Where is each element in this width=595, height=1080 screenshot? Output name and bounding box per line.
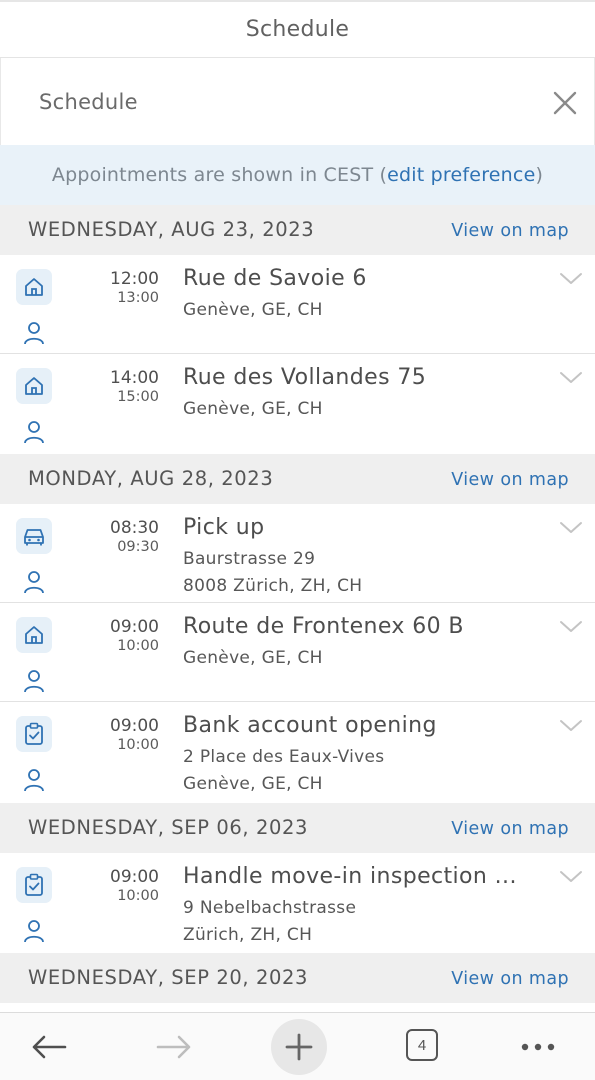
person-icon	[24, 920, 44, 943]
end-time: 09:30	[117, 539, 159, 555]
appointment-city: 8008 Zürich, ZH, CH	[183, 576, 363, 596]
start-time: 09:00	[110, 617, 159, 637]
start-time: 12:00	[110, 269, 159, 289]
person-icon	[24, 322, 44, 345]
end-time: 15:00	[117, 389, 159, 405]
appointment-city: Genève, GE, CH	[183, 774, 323, 794]
view-on-map-link[interactable]: View on map	[451, 470, 569, 490]
appointment-title: Handle move-in inspection ...	[183, 864, 517, 889]
chevron-down-icon[interactable]	[558, 718, 584, 734]
chevron-down-icon[interactable]	[558, 370, 584, 386]
view-on-map-link[interactable]: View on map	[451, 969, 569, 989]
timezone-text: Appointments are shown in CEST (	[51, 164, 388, 186]
day-header: MONDAY, AUG 28, 2023 View on map	[0, 454, 595, 504]
day-header: WEDNESDAY, SEP 06, 2023 View on map	[0, 803, 595, 853]
tab-count-button[interactable]: 4	[406, 1029, 438, 1061]
appointment-title: Pick up	[183, 515, 265, 540]
close-icon[interactable]	[550, 88, 580, 118]
appointment-title: Route de Frontenex 60 B	[183, 614, 464, 639]
appointment-title: Rue de Savoie 6	[183, 266, 367, 291]
person-icon	[24, 421, 44, 444]
start-time: 09:00	[110, 716, 159, 736]
person-icon	[24, 769, 44, 792]
start-time: 09:00	[110, 867, 159, 887]
panel-title: Schedule	[39, 90, 138, 114]
day-title: MONDAY, AUG 28, 2023	[28, 467, 274, 490]
appointment-title: Bank account opening	[183, 713, 437, 738]
home-icon	[16, 269, 52, 305]
day-title: WEDNESDAY, SEP 20, 2023	[28, 966, 309, 989]
appointment-address: Baurstrasse 29	[183, 549, 316, 569]
panel-header: Schedule	[0, 58, 595, 145]
arrow-left-icon[interactable]	[29, 1033, 69, 1061]
chevron-down-icon[interactable]	[558, 271, 584, 287]
arrow-right-icon[interactable]	[154, 1033, 194, 1061]
chevron-down-icon[interactable]	[558, 619, 584, 635]
appointment-city: Zürich, ZH, CH	[183, 925, 313, 945]
edit-preference-link[interactable]: edit preference	[387, 164, 535, 186]
appointment-item[interactable]: 14:00 15:00 Rue des Vollandes 75 Genève,…	[0, 354, 595, 454]
appointment-item[interactable]: 09:00 10:00 Handle move-in inspection ..…	[0, 853, 595, 953]
day-title: WEDNESDAY, AUG 23, 2023	[28, 218, 315, 241]
home-icon	[16, 617, 52, 653]
end-time: 10:00	[117, 737, 159, 753]
end-time: 13:00	[117, 290, 159, 306]
new-tab-button[interactable]	[271, 1019, 327, 1075]
view-on-map-link[interactable]: View on map	[451, 221, 569, 241]
day-title: WEDNESDAY, SEP 06, 2023	[28, 816, 309, 839]
appointment-address: Genève, GE, CH	[183, 648, 323, 668]
appointment-item[interactable]: 12:00 13:00 Rue de Savoie 6 Genève, GE, …	[0, 255, 595, 354]
day-header: WEDNESDAY, AUG 23, 2023 View on map	[0, 205, 595, 255]
appointment-address: 9 Nebelbachstrasse	[183, 898, 357, 918]
chevron-down-icon[interactable]	[558, 869, 584, 885]
car-icon	[16, 518, 52, 554]
browser-title: Schedule	[245, 17, 350, 42]
appointment-item[interactable]: 08:30 09:30 Pick up Baurstrasse 29 8008 …	[0, 504, 595, 603]
appointment-address: 2 Place des Eaux-Vives	[183, 747, 385, 767]
appointment-item[interactable]: 09:00 10:00 Bank account opening 2 Place…	[0, 702, 595, 803]
timezone-notice: Appointments are shown in CEST (edit pre…	[0, 145, 595, 205]
timezone-text-suffix: )	[535, 164, 544, 186]
start-time: 14:00	[110, 368, 159, 388]
browser-title-bar: Schedule	[0, 0, 595, 58]
appointment-address: Genève, GE, CH	[183, 399, 323, 419]
person-icon	[24, 670, 44, 693]
more-dots-icon[interactable]	[519, 1039, 559, 1055]
day-header: WEDNESDAY, SEP 20, 2023 View on map	[0, 953, 595, 1003]
browser-toolbar: 4	[0, 1012, 595, 1080]
view-on-map-link[interactable]: View on map	[451, 819, 569, 839]
appointment-item[interactable]: 09:00 10:00 Route de Frontenex 60 B Genè…	[0, 603, 595, 702]
plus-icon	[285, 1033, 313, 1061]
clipboard-check-icon	[16, 867, 52, 903]
start-time: 08:30	[110, 518, 159, 538]
appointment-address: Genève, GE, CH	[183, 300, 323, 320]
clipboard-check-icon	[16, 716, 52, 752]
end-time: 10:00	[117, 638, 159, 654]
appointment-title: Rue des Vollandes 75	[183, 365, 427, 390]
person-icon	[24, 571, 44, 594]
home-icon	[16, 368, 52, 404]
chevron-down-icon[interactable]	[558, 520, 584, 536]
end-time: 10:00	[117, 888, 159, 904]
